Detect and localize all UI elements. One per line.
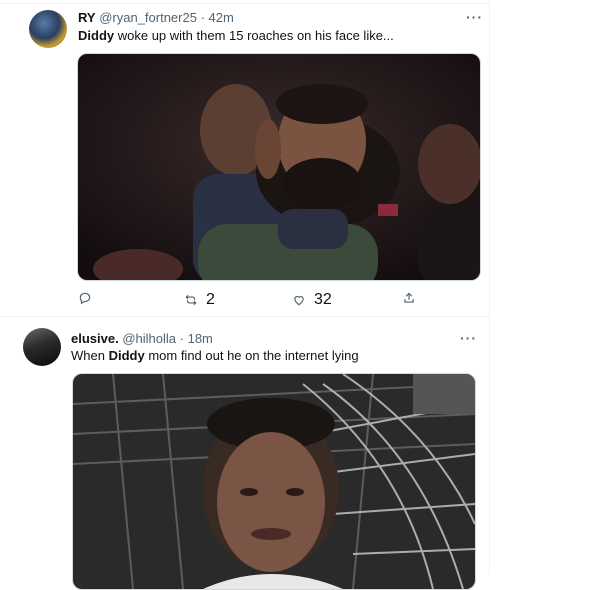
retweet-count: 2 <box>206 291 215 308</box>
tweet-divider <box>0 316 490 317</box>
reply-icon <box>79 292 91 305</box>
separator-dot: · <box>200 10 205 25</box>
more-dots-icon[interactable]: ··· <box>460 331 477 345</box>
avatar[interactable] <box>29 10 67 48</box>
heart-icon <box>294 296 304 306</box>
display-name[interactable]: elusive. <box>71 331 119 346</box>
tweet-header: elusive. @hilholla · 18m <box>71 331 213 346</box>
share-icon <box>404 292 414 303</box>
retweet-icon <box>185 294 197 306</box>
like-count: 32 <box>314 291 332 308</box>
display-name[interactable]: RY <box>78 10 96 25</box>
bold-mention: Diddy <box>108 348 145 363</box>
reaction-photo <box>73 374 475 589</box>
tweet-image[interactable] <box>77 53 481 281</box>
avatar[interactable] <box>23 328 61 366</box>
more-dots-icon[interactable]: ··· <box>466 10 483 24</box>
tweet-header: RY @ryan_fortner25 · 42m <box>78 10 234 25</box>
retweet-button[interactable]: 2 <box>184 291 215 309</box>
like-button[interactable]: 32 <box>292 291 332 309</box>
tweet-text-rest: woke up with them 15 roaches on his face… <box>114 28 394 43</box>
top-divider <box>0 3 490 4</box>
reaction-photo <box>78 54 480 280</box>
tweet-text-pre: When <box>71 348 109 363</box>
bold-mention: Diddy <box>78 28 115 43</box>
tweet-image[interactable] <box>72 373 476 590</box>
handle[interactable]: @ryan_fortner25 <box>99 10 197 25</box>
tweet-text: Diddy woke up with them 15 roaches on hi… <box>78 28 394 43</box>
separator-dot: · <box>179 331 184 346</box>
tweet-text: When Diddy mom find out he on the intern… <box>71 348 359 363</box>
handle[interactable]: @hilholla <box>122 331 176 346</box>
reply-button[interactable] <box>78 291 92 305</box>
timestamp[interactable]: 18m <box>188 331 213 346</box>
timeline-border <box>489 0 490 575</box>
share-button[interactable] <box>402 291 416 305</box>
timestamp[interactable]: 42m <box>209 10 234 25</box>
tweet-text-rest: mom find out he on the internet lying <box>144 348 359 363</box>
